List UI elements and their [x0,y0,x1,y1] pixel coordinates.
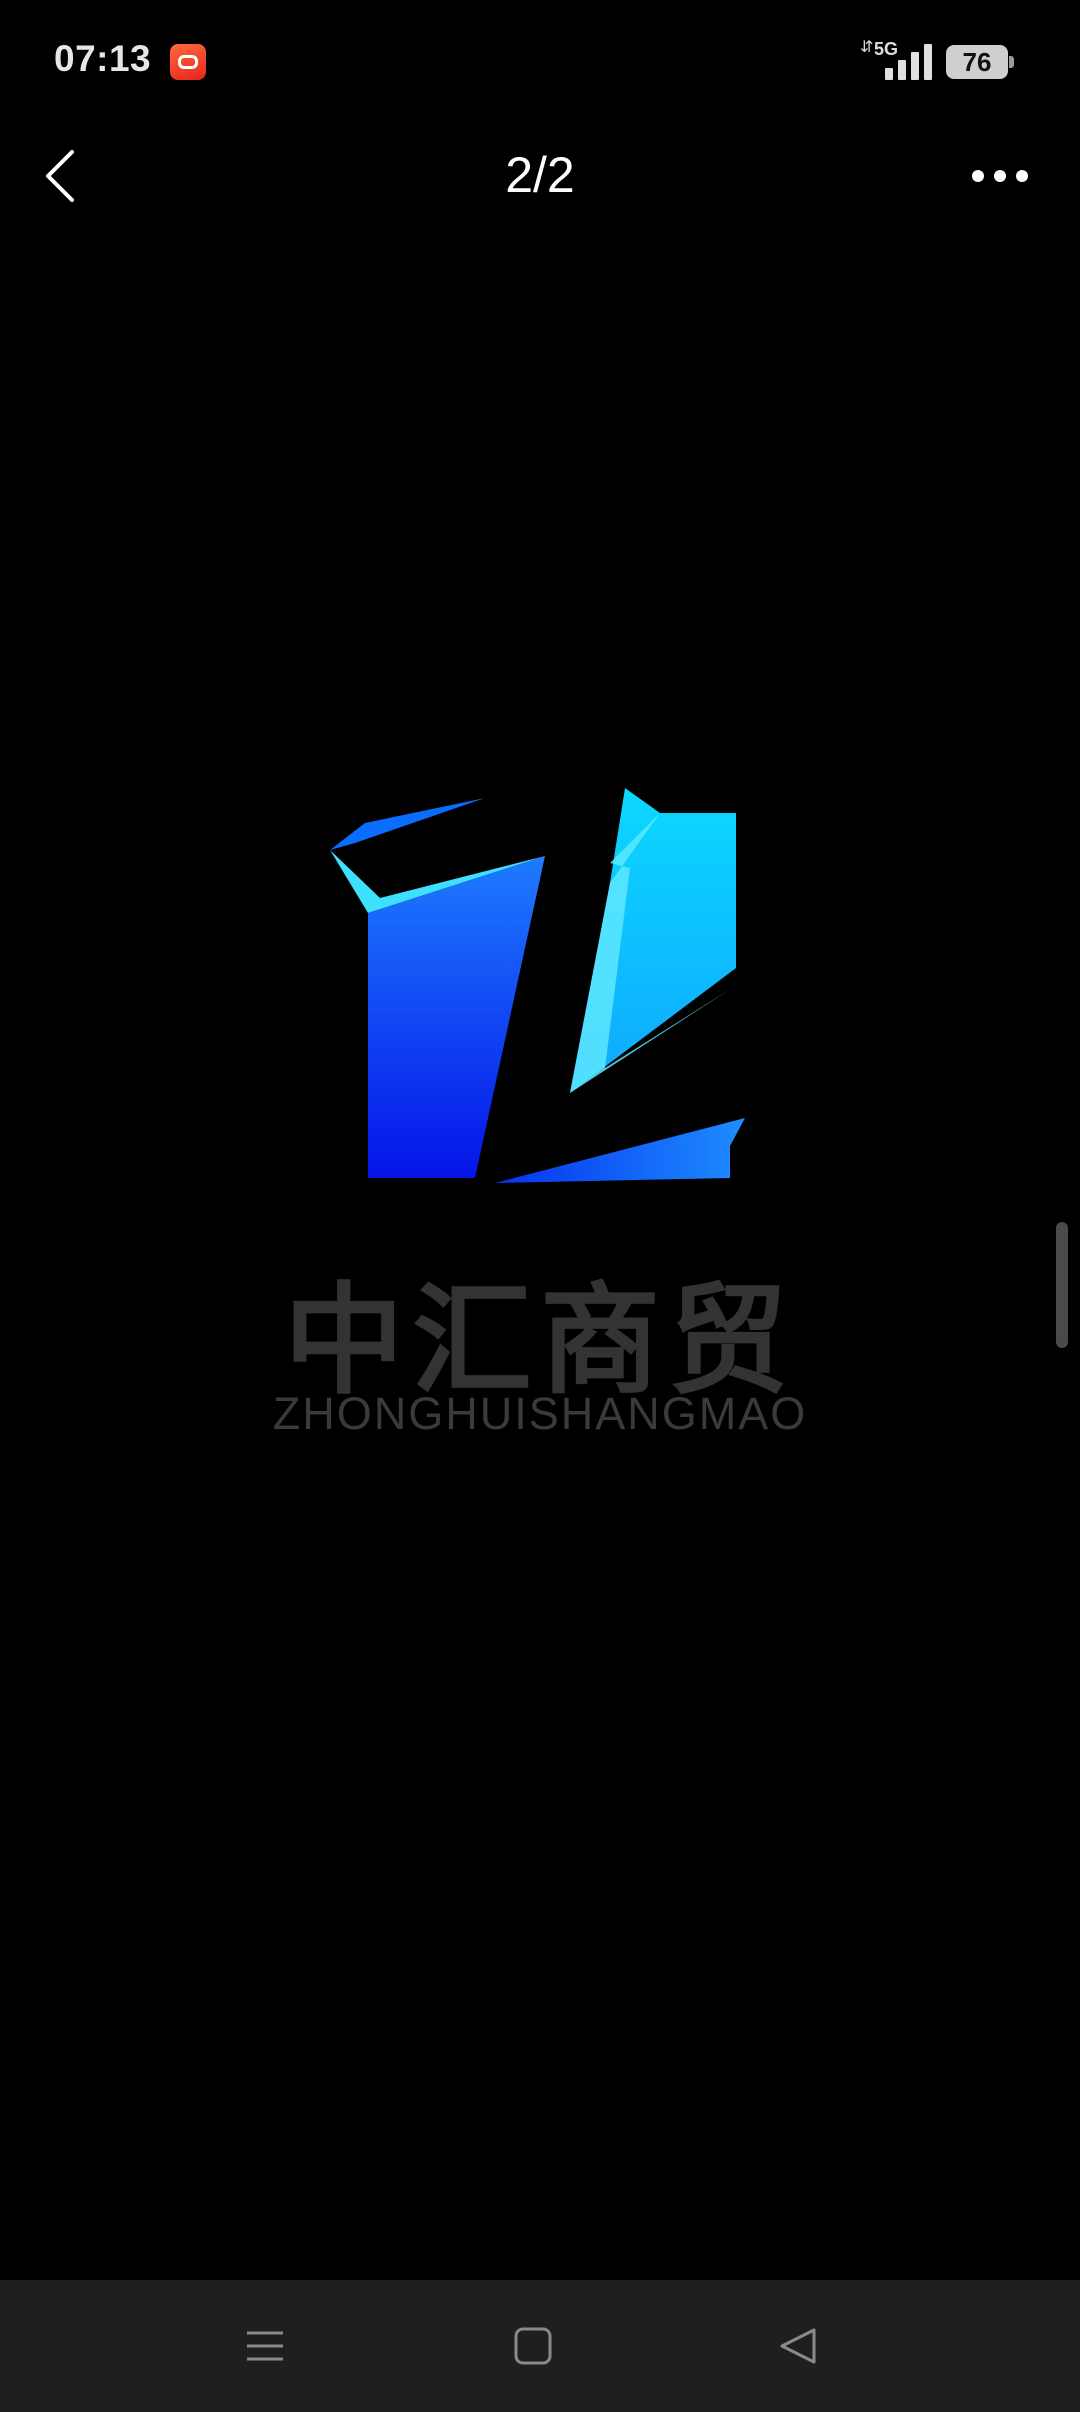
battery-icon: 76 [946,45,1014,79]
status-time: 07:13 [54,38,152,79]
page-counter: 2/2 [505,147,575,203]
more-dots-icon [972,170,984,182]
system-nav-bar [0,2280,1080,2412]
app-notification-icon [170,44,206,80]
home-button[interactable] [495,2308,571,2384]
brand-english-text: ZHONGHUISHANGMAO [272,1388,808,1439]
menu-icon [247,2331,283,2361]
status-indicators: ⇵ 5G 76 [860,40,1014,84]
screen: 07:13 ⇵ 5G 76 2/2 中汇商贸 ZHONGHUISHANGMAO [0,0,1080,2412]
more-options-button[interactable] [960,146,1040,206]
viewer-header: 2/2 [0,124,1080,228]
status-bar: 07:13 ⇵ 5G 76 [0,0,1080,124]
system-back-button[interactable] [760,2308,836,2384]
zh-logo-icon [330,788,745,1183]
scroll-indicator[interactable] [1056,1222,1068,1348]
signal-icon: ⇵ 5G [860,40,932,84]
recent-apps-button[interactable] [227,2308,303,2384]
back-triangle-icon [780,2328,816,2364]
logo-image: 中汇商贸 ZHONGHUISHANGMAO [250,788,830,1468]
image-viewer[interactable]: 中汇商贸 ZHONGHUISHANGMAO [0,228,1080,2280]
battery-level: 76 [962,46,992,77]
home-icon [514,2327,552,2365]
